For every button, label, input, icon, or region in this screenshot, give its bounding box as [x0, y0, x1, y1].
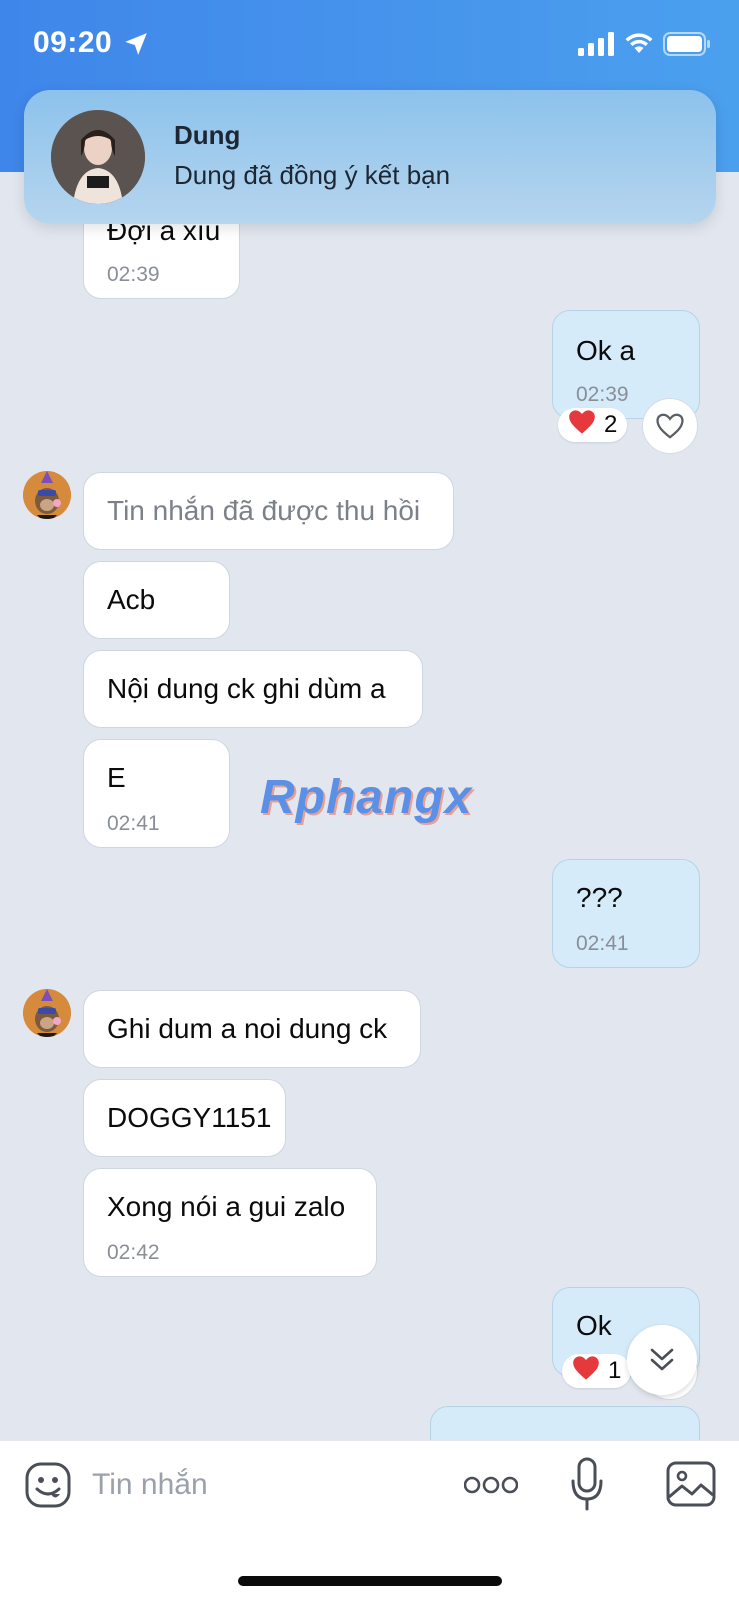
microphone-icon[interactable]: [570, 1457, 604, 1511]
heart-reaction-icon: [568, 409, 596, 442]
message-input[interactable]: [92, 1459, 422, 1511]
reaction-pill[interactable]: 1: [562, 1354, 632, 1388]
battery-icon: [663, 32, 710, 56]
double-chevron-down-icon: [650, 1348, 674, 1371]
location-arrow-icon: [125, 33, 147, 55]
message-text: Xong nói a gui zalo: [107, 1191, 346, 1222]
message-bubble-incoming[interactable]: Acb: [83, 561, 230, 639]
message-time: 02:39: [107, 263, 160, 286]
reaction-pill[interactable]: 2: [558, 408, 628, 442]
message-text: Ok a: [576, 335, 636, 366]
more-options-icon[interactable]: [464, 1475, 518, 1495]
message-time: 02:39: [576, 383, 629, 406]
message-time: 02:41: [107, 812, 160, 835]
notification-avatar: [51, 110, 145, 204]
message-bubble-incoming[interactable]: Ghi dum a noi dung ck: [83, 990, 421, 1068]
message-bubble-incoming[interactable]: Tin nhắn đã được thu hồi: [83, 472, 454, 550]
heart-reaction-icon: [572, 1355, 600, 1388]
message-bubble-incoming[interactable]: Xong nói a gui zalo 02:42: [83, 1168, 377, 1277]
message-bubble-incoming[interactable]: DOGGY1151: [83, 1079, 286, 1157]
sender-avatar[interactable]: [23, 989, 71, 1037]
reaction-count: 1: [608, 1357, 622, 1384]
home-indicator[interactable]: [238, 1576, 502, 1586]
message-bubble-outgoing[interactable]: [430, 1406, 700, 1440]
message-text: Nội dung ck ghi dùm a: [107, 673, 386, 704]
heart-outline-icon: [656, 413, 684, 439]
message-bubble-outgoing[interactable]: ??? 02:41: [552, 859, 700, 968]
notification-text: Dung đã đồng ý kết bạn: [174, 160, 451, 190]
scroll-to-bottom-button[interactable]: [627, 1325, 697, 1395]
message-time: 02:41: [576, 932, 629, 955]
status-bar: 09:20: [0, 0, 739, 90]
message-time: 02:42: [107, 1241, 160, 1264]
emoji-sticker-icon[interactable]: [24, 1461, 72, 1509]
message-text: ???: [576, 882, 623, 913]
message-text: Tin nhắn đã được thu hồi: [107, 495, 421, 526]
message-text: E: [107, 762, 126, 793]
watermark-logo: Rphangx: [260, 771, 473, 824]
message-bubble-incoming[interactable]: E 02:41: [83, 739, 230, 848]
react-heart-button[interactable]: [642, 398, 698, 454]
cellular-signal-icon: [578, 32, 614, 56]
image-gallery-icon[interactable]: [666, 1461, 716, 1507]
status-time: 09:20: [33, 26, 113, 59]
message-text: Ok: [576, 1310, 612, 1341]
notification-sender: Dung: [174, 120, 241, 150]
message-text: Ghi dum a noi dung ck: [107, 1013, 388, 1044]
message-text: Acb: [107, 584, 156, 615]
friend-accept-notification[interactable]: Dung Dung đã đồng ý kết bạn: [24, 90, 716, 224]
message-text: DOGGY1151: [107, 1102, 272, 1133]
reaction-count: 2: [604, 411, 618, 438]
sender-avatar[interactable]: [23, 471, 71, 519]
wifi-icon: [625, 33, 653, 53]
message-bubble-incoming[interactable]: Nội dung ck ghi dùm a: [83, 650, 423, 728]
